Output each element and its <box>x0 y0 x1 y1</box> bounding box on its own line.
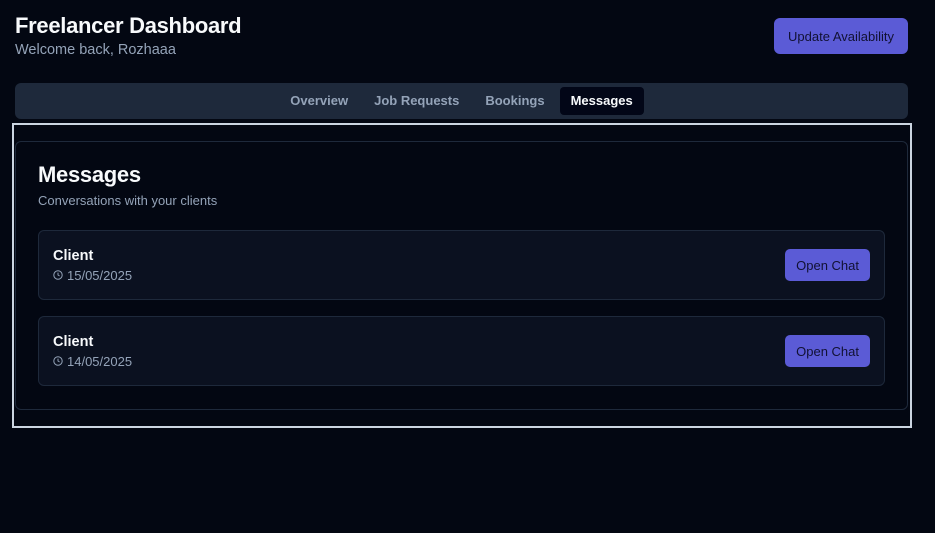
welcome-subtitle: Welcome back, Rozhaaa <box>15 42 176 58</box>
page-title: Freelancer Dashboard <box>15 13 242 38</box>
tab-messages[interactable]: Messages <box>559 87 644 115</box>
conversation-date: 14/05/2025 <box>53 354 132 369</box>
conversation-item: Client 14/05/2025 Open Chat <box>38 316 885 386</box>
date-text: 14/05/2025 <box>67 353 133 369</box>
tab-job-requests[interactable]: Job Requests <box>363 87 470 115</box>
conversation-info: Client 15/05/2025 <box>53 248 132 283</box>
client-name: Client <box>53 247 94 264</box>
client-name: Client <box>53 333 94 350</box>
conversation-info: Client 14/05/2025 <box>53 334 132 369</box>
date-text: 15/05/2025 <box>67 267 133 283</box>
conversation-item: Client 15/05/2025 Open Chat <box>38 230 885 300</box>
tab-bookings[interactable]: Bookings <box>474 87 555 115</box>
open-chat-button[interactable]: Open Chat <box>785 335 870 367</box>
tab-bar: Overview Job Requests Bookings Messages <box>15 83 908 119</box>
messages-description: Conversations with your clients <box>38 193 218 208</box>
clock-icon <box>53 356 63 366</box>
messages-title: Messages <box>38 162 141 187</box>
page-header: Freelancer Dashboard Welcome back, Rozha… <box>15 12 908 58</box>
tab-overview[interactable]: Overview <box>279 87 359 115</box>
header-text: Freelancer Dashboard Welcome back, Rozha… <box>15 12 242 58</box>
conversation-date: 15/05/2025 <box>53 268 132 283</box>
clock-icon <box>53 270 63 280</box>
open-chat-button[interactable]: Open Chat <box>785 249 870 281</box>
update-availability-button[interactable]: Update Availability <box>774 18 908 54</box>
messages-card: Messages Conversations with your clients… <box>15 141 908 410</box>
